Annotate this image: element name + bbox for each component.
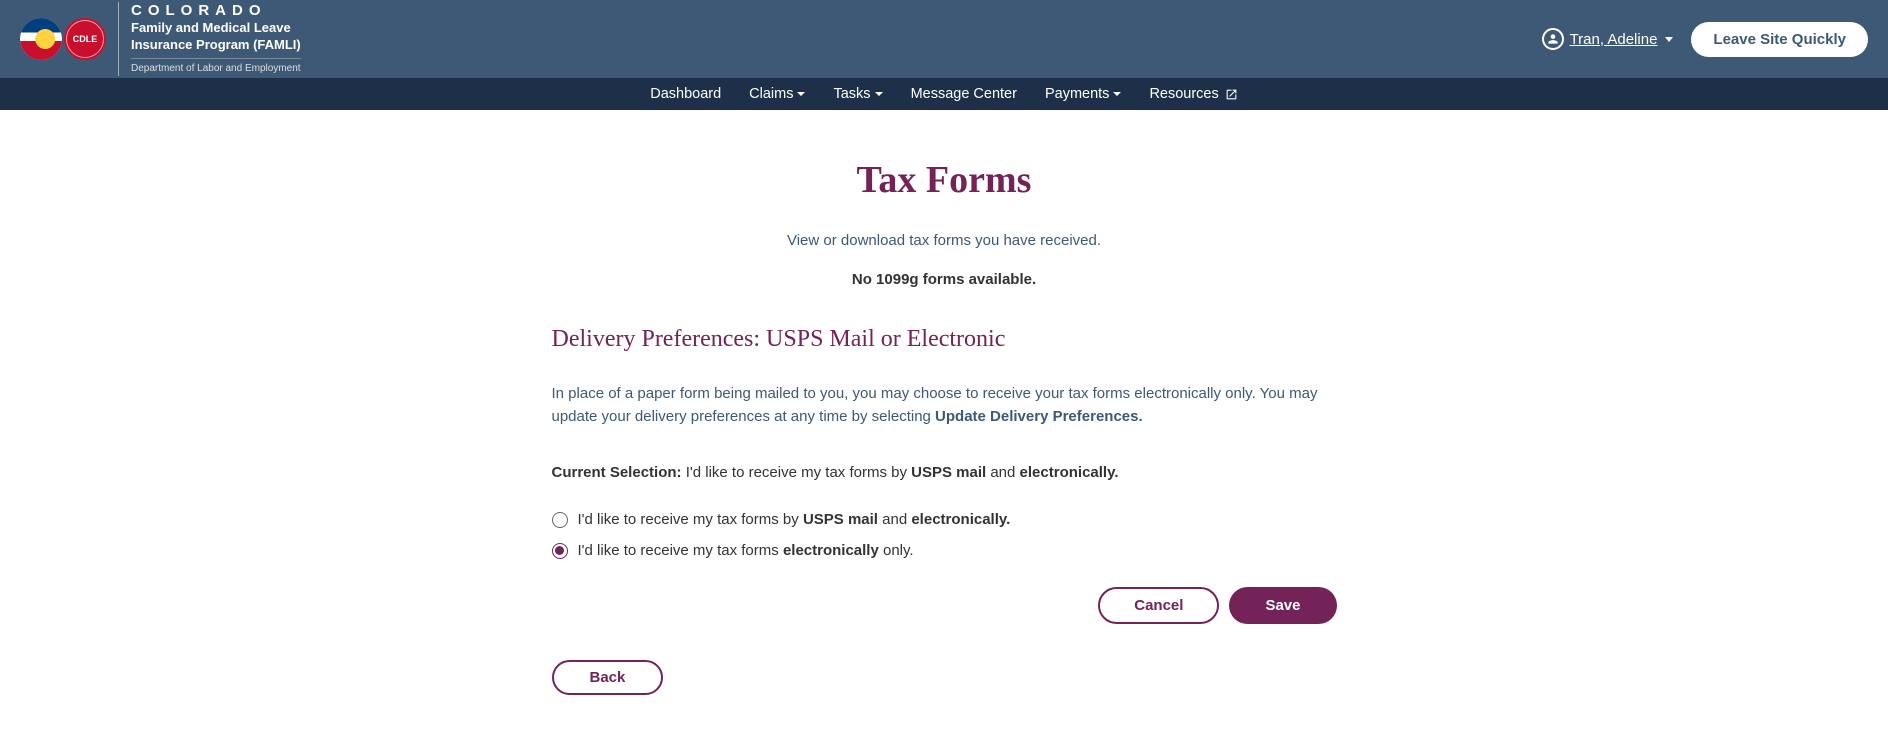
nav-dashboard[interactable]: Dashboard (650, 78, 721, 110)
brand-subtitle-1: Family and Medical Leave (131, 21, 301, 36)
logo-badges: CDLE (20, 18, 106, 60)
radio-icon (552, 543, 568, 559)
radio-icon (552, 512, 568, 528)
brand-department: Department of Labor and Employment (131, 58, 301, 74)
user-name: Tran, Adeline (1570, 31, 1658, 48)
nav-payments[interactable]: Payments (1045, 78, 1121, 110)
save-button[interactable]: Save (1229, 587, 1336, 624)
nav-tasks-label: Tasks (833, 86, 870, 102)
leave-site-quickly-button[interactable]: Leave Site Quickly (1691, 22, 1868, 57)
action-row: Cancel Save (552, 587, 1337, 624)
nav-dashboard-label: Dashboard (650, 86, 721, 102)
info-text-strong: Update Delivery Preferences. (935, 408, 1143, 425)
info-text: In place of a paper form being mailed to… (552, 383, 1337, 428)
nav-claims-label: Claims (749, 86, 793, 102)
external-link-icon (1225, 88, 1238, 101)
page-title: Tax Forms (552, 158, 1337, 202)
user-menu[interactable]: Tran, Adeline (1542, 28, 1674, 50)
brand-text: COLORADO Family and Medical Leave Insura… (118, 2, 301, 77)
back-row: Back (552, 660, 1337, 695)
page-subtitle: View or download tax forms you have rece… (552, 232, 1337, 249)
cdle-seal-icon: CDLE (64, 18, 106, 60)
user-icon (1542, 28, 1564, 50)
no-forms-message: No 1099g forms available. (552, 271, 1337, 288)
radio-label: I'd like to receive my tax forms electro… (578, 542, 914, 559)
radio-option-usps-and-electronic[interactable]: I'd like to receive my tax forms by USPS… (552, 511, 1337, 528)
chevron-down-icon (875, 92, 883, 96)
chevron-down-icon (1665, 37, 1673, 42)
nav-bar: Dashboard Claims Tasks Message Center Pa… (0, 78, 1888, 110)
current-selection-value: I'd like to receive my tax forms by USPS… (682, 464, 1119, 481)
back-button[interactable]: Back (552, 660, 664, 695)
nav-resources[interactable]: Resources (1149, 78, 1237, 110)
nav-claims[interactable]: Claims (749, 78, 805, 110)
brand-subtitle-2: Insurance Program (FAMLI) (131, 38, 301, 53)
radio-option-electronic-only[interactable]: I'd like to receive my tax forms electro… (552, 542, 1337, 559)
nav-message-center[interactable]: Message Center (911, 78, 1017, 110)
chevron-down-icon (797, 92, 805, 96)
chevron-down-icon (1113, 92, 1121, 96)
current-selection-label: Current Selection: (552, 464, 682, 481)
nav-tasks[interactable]: Tasks (833, 78, 882, 110)
top-header: CDLE COLORADO Family and Medical Leave I… (0, 0, 1888, 78)
cancel-button[interactable]: Cancel (1098, 587, 1219, 624)
radio-label: I'd like to receive my tax forms by USPS… (578, 511, 1011, 528)
nav-inner: Dashboard Claims Tasks Message Center Pa… (650, 78, 1238, 110)
brand-title: COLORADO (131, 2, 301, 19)
header-right: Tran, Adeline Leave Site Quickly (1542, 22, 1868, 57)
content: Tax Forms View or download tax forms you… (532, 110, 1357, 735)
current-selection: Current Selection: I'd like to receive m… (552, 464, 1337, 481)
nav-message-center-label: Message Center (911, 86, 1017, 102)
delivery-preferences-heading: Delivery Preferences: USPS Mail or Elect… (552, 326, 1337, 353)
logo-area: CDLE COLORADO Family and Medical Leave I… (20, 2, 301, 77)
colorado-seal-icon (20, 18, 62, 60)
nav-resources-label: Resources (1149, 86, 1218, 102)
nav-payments-label: Payments (1045, 86, 1109, 102)
